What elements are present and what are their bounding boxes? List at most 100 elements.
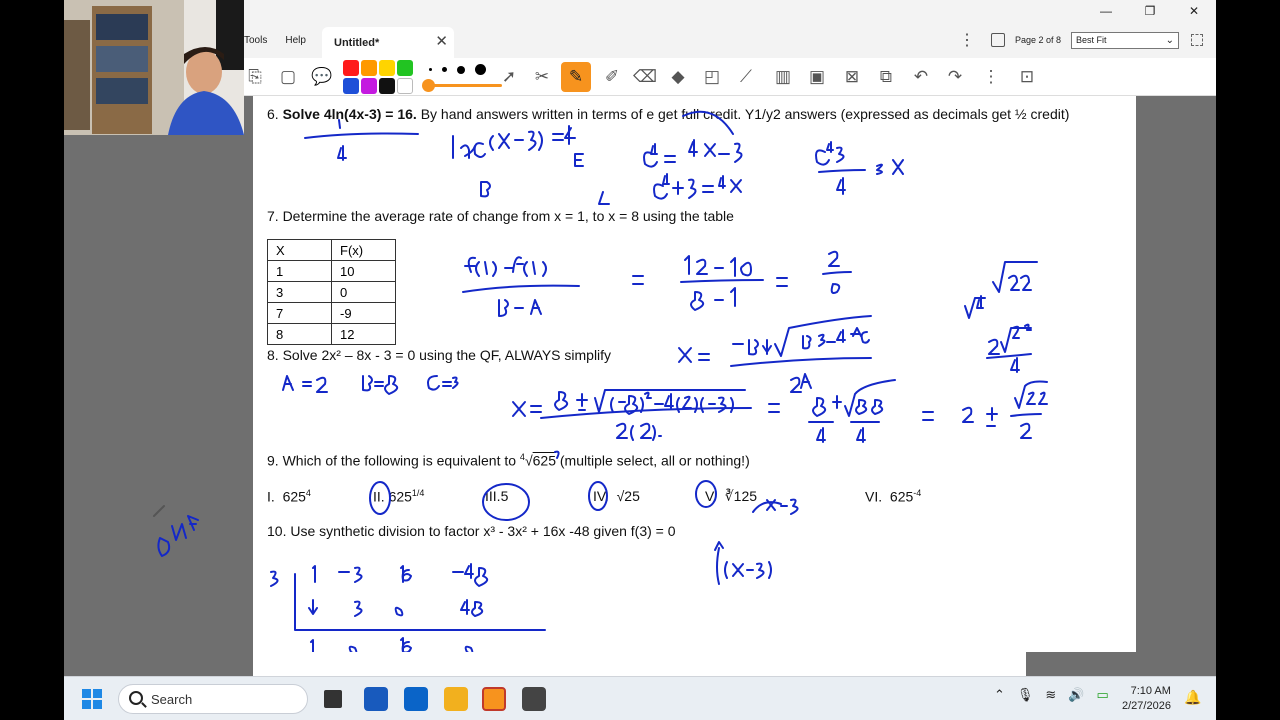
taskbar: Search ⌃ 🎙 ≋ 🔊 ▭ 7:10 AM 2/27/2026 🔔 xyxy=(64,676,1216,720)
copy-icon[interactable]: ⧉ xyxy=(875,66,897,88)
delete-icon[interactable]: ⊠ xyxy=(841,66,863,88)
swatch-blue[interactable] xyxy=(343,78,359,94)
close-icon[interactable]: ✕ xyxy=(435,32,448,50)
ink-stroke xyxy=(464,256,547,277)
choice-exponent: 4 xyxy=(305,488,311,498)
choice-3[interactable]: III.5 xyxy=(485,488,508,504)
choice-exponent: -4 xyxy=(913,488,922,498)
swatch-red[interactable] xyxy=(343,60,359,76)
choice-value: 625 xyxy=(889,488,914,505)
minimize-button[interactable]: — xyxy=(1084,0,1128,22)
cursor-icon[interactable]: ➚ xyxy=(498,66,520,88)
ink-stroke xyxy=(554,389,746,413)
shapes-icon[interactable]: ◰ xyxy=(701,66,723,88)
maximize-button[interactable]: ❐ xyxy=(1128,0,1172,22)
pen-size-xlarge[interactable] xyxy=(475,64,486,75)
task-view-icon[interactable] xyxy=(324,690,342,708)
microphone-icon[interactable]: 🎙 xyxy=(1017,687,1034,703)
wifi-icon[interactable]: ≋ xyxy=(1045,687,1056,703)
opacity-slider-handle[interactable] xyxy=(422,79,435,92)
swatch-yellow[interactable] xyxy=(379,60,395,76)
pen-size-medium[interactable] xyxy=(442,67,447,72)
swatch-green[interactable] xyxy=(397,60,413,76)
ink-stroke xyxy=(616,422,662,441)
search-icon xyxy=(129,691,143,705)
question-9-prefix: 9. Which of the following is equivalent … xyxy=(267,452,520,469)
page-nav-icon[interactable]: ⎘ xyxy=(244,66,266,88)
question-6-number: 6. xyxy=(267,106,279,122)
start-button[interactable] xyxy=(82,689,102,709)
clock[interactable]: 7:10 AM 2/27/2026 xyxy=(1122,684,1171,714)
table-cell: 0 xyxy=(331,281,396,303)
swatch-purple[interactable] xyxy=(361,78,377,94)
fill-icon[interactable]: ◆ xyxy=(667,66,689,88)
redo-icon[interactable]: ↷ xyxy=(944,66,966,88)
ink-stroke xyxy=(312,563,489,587)
ink-stroke xyxy=(308,599,484,617)
pages-icon[interactable]: ▥ xyxy=(772,66,794,88)
snipping-tool-icon[interactable] xyxy=(522,687,546,711)
page-blank-icon[interactable]: ▢ xyxy=(277,66,299,88)
ink-stroke xyxy=(462,284,580,293)
choice-label: III. xyxy=(485,488,501,504)
table-cell: -9 xyxy=(331,302,396,324)
ink-stroke xyxy=(724,561,772,579)
ink-stroke xyxy=(962,406,998,427)
fullscreen-icon[interactable] xyxy=(1191,34,1204,46)
ink-annotations xyxy=(270,110,1048,657)
screen-icon[interactable]: ⊡ xyxy=(1016,66,1038,88)
ink-stroke xyxy=(822,271,852,275)
menu-tools[interactable]: Tools xyxy=(244,35,267,46)
ink-stroke xyxy=(664,155,676,163)
notification-bell-icon[interactable]: 🔔 xyxy=(1184,689,1201,706)
document-tab[interactable]: Untitled* ✕ xyxy=(322,27,454,58)
swatch-white[interactable] xyxy=(397,78,413,94)
whiteboard-app-icon[interactable] xyxy=(482,687,506,711)
document-page: 6. Solve 4ln(4x-3) = 16. By hand answers… xyxy=(253,96,1136,657)
ink-stroke xyxy=(362,375,399,395)
ink-stroke xyxy=(752,498,799,515)
table-header-cell: F(x) xyxy=(331,239,396,261)
undo-icon[interactable]: ↶ xyxy=(910,66,932,88)
chat-icon[interactable]: 💬 xyxy=(311,66,333,88)
menu-help[interactable]: Help xyxy=(285,35,306,46)
ink-stroke xyxy=(643,143,658,168)
choice-6[interactable]: VI. 625-4 xyxy=(865,488,921,505)
opacity-slider[interactable] xyxy=(424,84,502,87)
highlighter-icon[interactable]: ✐ xyxy=(601,66,623,88)
radicand: 625 xyxy=(532,452,556,469)
file-explorer-icon[interactable] xyxy=(444,687,468,711)
clock-time: 7:10 AM xyxy=(1130,685,1171,697)
page-indicator: Page 2 of 8 xyxy=(1015,35,1062,45)
chevron-up-icon[interactable]: ⌃ xyxy=(994,687,1005,703)
taskbar-search[interactable]: Search xyxy=(118,684,308,714)
choice-1[interactable]: I. 6254 xyxy=(267,488,311,505)
outlook-icon[interactable] xyxy=(404,687,428,711)
choice-4[interactable]: IV. √25 xyxy=(593,488,640,504)
line-icon[interactable]: ⟋ xyxy=(735,66,757,88)
ink-stroke xyxy=(828,250,840,267)
choice-5[interactable]: V. ∛125 xyxy=(705,488,757,505)
image-icon[interactable]: ▣ xyxy=(806,66,828,88)
swatch-orange[interactable] xyxy=(361,60,377,76)
ink-stroke xyxy=(836,177,846,195)
ink-stroke xyxy=(498,299,542,317)
more-icon[interactable]: ⋮ xyxy=(980,66,1002,88)
pen-size-large[interactable] xyxy=(457,65,465,74)
projector-icon[interactable] xyxy=(991,33,1005,47)
tools-icon[interactable]: ✂ xyxy=(531,66,553,88)
zoom-select[interactable]: Best Fit ⌄ xyxy=(1071,31,1180,49)
swatch-black[interactable] xyxy=(379,78,395,94)
ink-stroke xyxy=(714,541,724,551)
battery-icon[interactable]: ▭ xyxy=(1097,687,1109,703)
choice-2[interactable]: II. 6251/4 xyxy=(373,488,424,505)
windows-logo-icon xyxy=(82,689,91,698)
word-icon[interactable] xyxy=(364,687,388,711)
pen-icon[interactable]: ✎ xyxy=(561,62,591,92)
eraser-icon[interactable]: ⌫ xyxy=(633,66,657,88)
table-cell: 3 xyxy=(267,281,332,303)
volume-icon[interactable]: 🔊 xyxy=(1068,687,1084,703)
close-window-button[interactable]: ✕ xyxy=(1172,0,1216,22)
pen-size-small[interactable] xyxy=(429,68,432,71)
more-vert-icon[interactable]: ⋮ xyxy=(959,30,975,50)
